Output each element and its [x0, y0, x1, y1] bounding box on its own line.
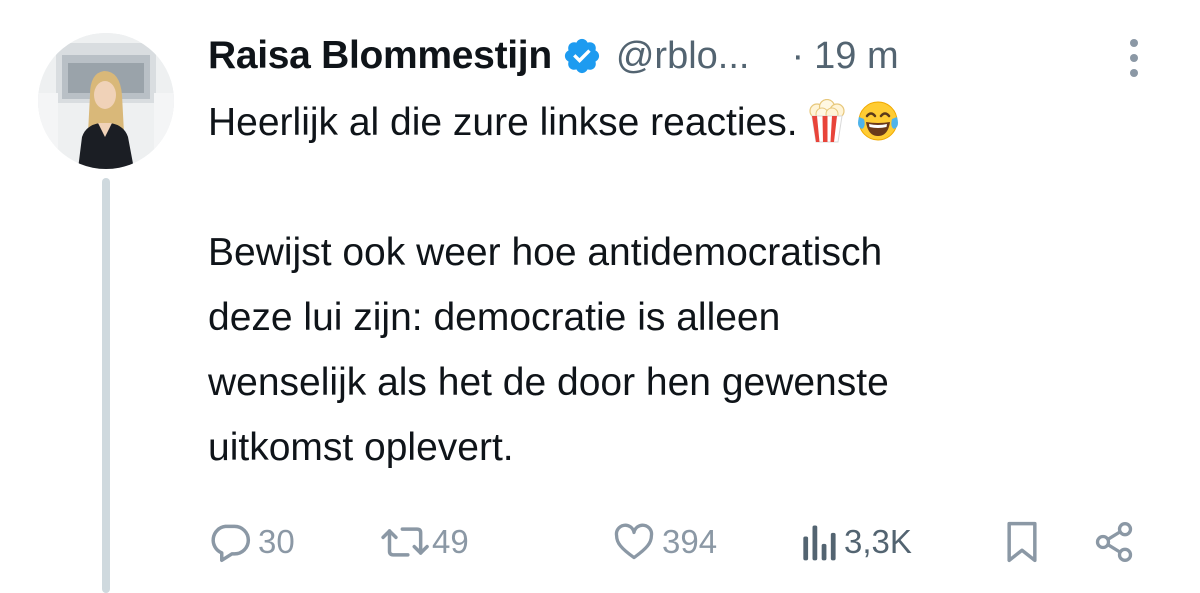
tweet-text: Heerlijk al die zure linkse reacties. Be… — [208, 90, 1168, 480]
tweet-line: deze lui zijn: democratie is alleen — [208, 296, 781, 339]
share-icon — [1092, 520, 1136, 564]
like-button[interactable]: 394 — [612, 512, 717, 572]
views-button[interactable]: 3,3K — [798, 512, 912, 572]
views-count: 3,3K — [844, 523, 912, 560]
more-options-icon[interactable] — [1122, 36, 1146, 80]
retweet-button[interactable]: 49 — [380, 512, 469, 572]
tweet-header: Raisa Blommestijn @rblo... · 19 m — [208, 26, 1168, 86]
avatar[interactable] — [38, 33, 174, 169]
tweet-line: uitkomst oplevert. — [208, 426, 514, 469]
retweet-count: 49 — [432, 523, 469, 560]
tweet-line: wenselijk als het de door hen gewenste — [208, 361, 889, 404]
author-display-name[interactable]: Raisa Blommestijn — [208, 34, 552, 78]
avatar-photo — [38, 33, 174, 169]
reply-icon — [208, 520, 252, 564]
tweet-line: Bewijst ook weer hoe antidemocratisch — [208, 231, 883, 274]
separator-dot: · — [791, 34, 805, 77]
reply-button[interactable]: 30 — [208, 512, 295, 572]
views-icon — [798, 520, 838, 564]
tears-of-joy-emoji-icon — [856, 98, 898, 142]
tweet-timestamp[interactable]: 19 m — [814, 35, 898, 78]
bookmark-button[interactable] — [1004, 512, 1040, 572]
retweet-icon — [380, 520, 432, 564]
verified-badge-icon — [562, 36, 602, 76]
tweet-line-text: Heerlijk al die zure linkse reacties. — [208, 101, 798, 144]
tweet-line: Heerlijk al die zure linkse reacties. — [208, 90, 1168, 155]
popcorn-emoji-icon — [806, 98, 848, 143]
like-count: 394 — [662, 523, 718, 560]
tweet-action-bar: 30 49 394 3,3K — [208, 512, 1148, 572]
bookmark-icon — [1004, 520, 1040, 564]
author-handle[interactable]: @rblo... — [616, 35, 750, 78]
reply-count: 30 — [258, 523, 295, 560]
heart-icon — [612, 520, 656, 564]
share-button[interactable] — [1092, 512, 1136, 572]
thread-line — [102, 178, 110, 593]
